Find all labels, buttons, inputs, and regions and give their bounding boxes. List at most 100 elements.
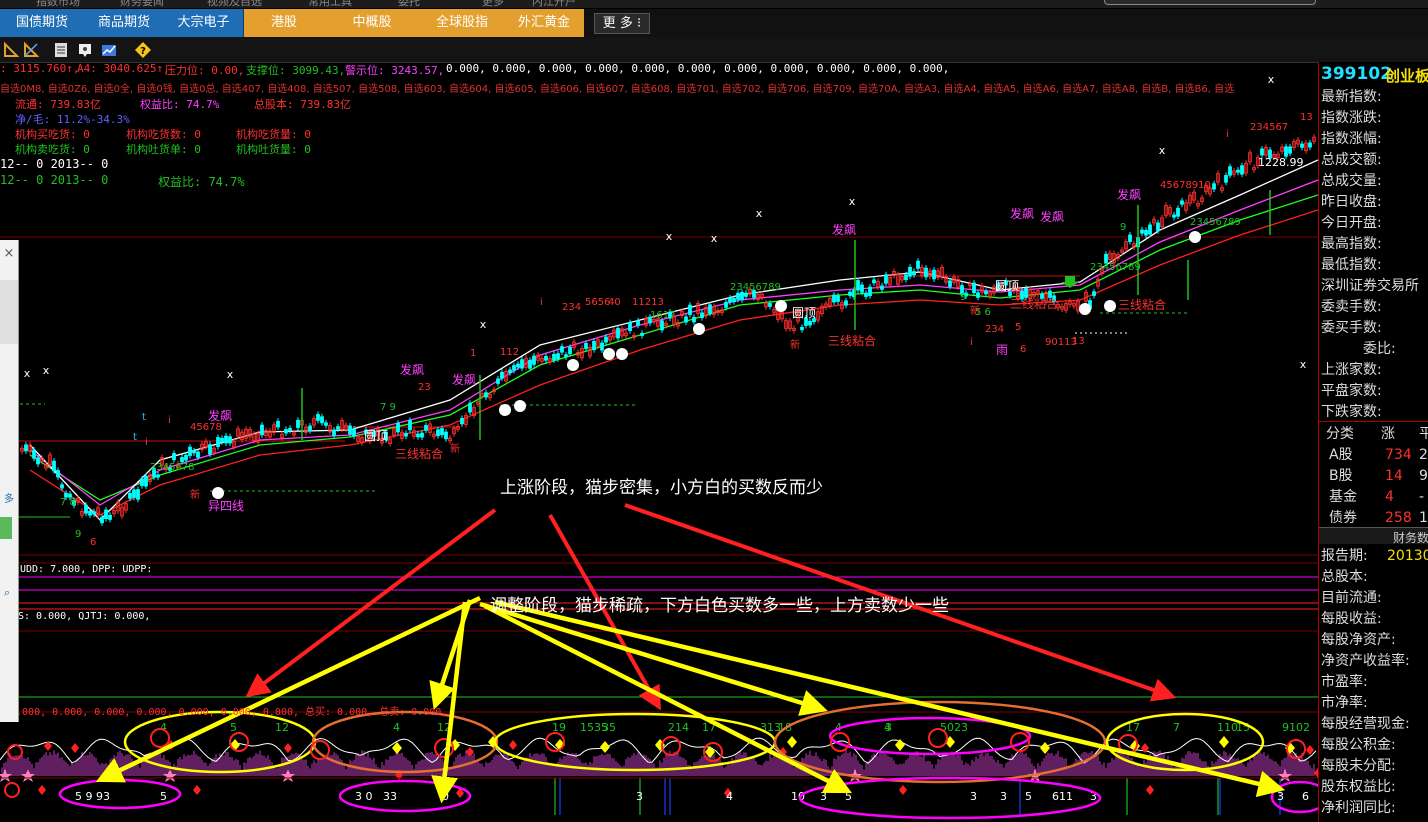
candle-body xyxy=(1212,183,1216,190)
window-tab[interactable] xyxy=(1104,0,1316,5)
signal-label: 发飙 xyxy=(208,408,232,423)
breadth-up-count: 14 xyxy=(1385,468,1403,484)
candle-body xyxy=(316,414,320,421)
search-icon[interactable]: ⌕ xyxy=(4,586,16,600)
tab-global-indices[interactable]: 全球股指 xyxy=(420,9,504,37)
candle-body xyxy=(692,316,696,323)
signal-number: 7 9 xyxy=(380,402,396,413)
candle-body xyxy=(972,282,976,294)
candle-body xyxy=(556,353,560,360)
candle-body xyxy=(568,346,572,355)
candle-body xyxy=(700,312,704,319)
candle-body xyxy=(1140,229,1144,234)
year-row: 12-- 0 2013-- 0 xyxy=(0,157,109,171)
smiley-icon xyxy=(1189,231,1201,243)
signal-label: 发飙 xyxy=(452,372,476,387)
tab-treasury-futures[interactable]: 国债期货 xyxy=(0,9,84,37)
qjtj-label: S: 0.000, QJTJ: 0.000, xyxy=(18,611,151,622)
candle-body xyxy=(728,297,732,303)
x-marker: x xyxy=(849,195,856,208)
top-menu-item[interactable]: 视频及自选 xyxy=(207,0,262,9)
breadth-category: 基金 xyxy=(1329,489,1357,505)
candle-body xyxy=(1176,207,1180,217)
crosshair-tool-icon[interactable] xyxy=(2,41,20,59)
list-icon[interactable] xyxy=(52,41,70,59)
finance-field-label: 每股公积金: xyxy=(1321,737,1396,753)
candle-body xyxy=(88,510,92,516)
candle-body xyxy=(184,454,188,461)
candle-body xyxy=(216,437,220,447)
buy-count: 5 xyxy=(230,721,237,734)
signal-number: 新 xyxy=(190,488,200,501)
smiley-icon xyxy=(514,400,526,412)
x-marker: x xyxy=(24,367,31,380)
inst-sell: 机构卖吃货: 0 xyxy=(15,143,90,156)
buy-count: 110 xyxy=(1217,721,1238,734)
side-popup-panel[interactable]: × 多 ⌕ xyxy=(0,240,19,722)
signal-number: 5656 xyxy=(585,297,610,308)
candle-body xyxy=(528,359,532,369)
tab-hk-stocks[interactable]: 港股 xyxy=(244,9,324,37)
candle-body xyxy=(1284,146,1288,157)
candle-body xyxy=(92,511,96,515)
a4-value: A4: 3040.625↑, xyxy=(77,62,170,75)
report-date-label: 报告期: xyxy=(1321,548,1368,564)
top-menu-item[interactable]: 指数市场 xyxy=(36,0,80,9)
finance-section-header: 财务数 xyxy=(1319,527,1428,545)
candle-body xyxy=(512,365,516,371)
candle-body xyxy=(908,266,912,277)
breadth-flat-count: 233 xyxy=(1419,447,1428,463)
close-icon[interactable]: × xyxy=(0,246,18,262)
tab-forex-gold[interactable]: 外汇黄金 xyxy=(504,9,584,37)
candle-body xyxy=(1228,166,1232,176)
green-button[interactable] xyxy=(0,517,12,539)
top-menu-item[interactable]: 常用工具 xyxy=(308,0,352,9)
top-menu-item[interactable]: 内江开户 xyxy=(532,0,576,9)
sell-count: 3 xyxy=(970,790,977,803)
sell-count: 611 xyxy=(1052,790,1073,803)
help-icon[interactable]: ? xyxy=(134,41,152,59)
top-menu-item[interactable]: 财务要闻 xyxy=(120,0,164,9)
sell-count: 5 xyxy=(160,790,167,803)
chart-icon[interactable] xyxy=(100,41,118,59)
candle-body xyxy=(320,416,324,424)
flag-icon[interactable] xyxy=(76,41,94,59)
sell-diamond-icon xyxy=(193,785,201,795)
sell-count: 3 xyxy=(636,790,643,803)
signal-number: i xyxy=(168,415,171,426)
candle-body xyxy=(396,422,400,433)
inst-buy: 机构买吃货: 0 xyxy=(15,128,90,141)
candle-body xyxy=(768,303,772,307)
highlight-circle xyxy=(4,782,20,798)
line-tool-icon[interactable] xyxy=(22,41,40,59)
sell-diamond-icon xyxy=(284,743,292,753)
candle-body xyxy=(188,446,192,456)
candle-body xyxy=(104,509,108,520)
candle-body xyxy=(500,371,504,379)
candle-body xyxy=(324,422,328,426)
signal-number: 7 8 xyxy=(60,497,76,508)
a3-value: : 3115.760↑, xyxy=(0,62,80,75)
tab-bulk-electronic[interactable]: 大宗电子 xyxy=(164,9,244,37)
sell-count: 33 xyxy=(383,790,397,803)
finance-field-label: 市盈率: xyxy=(1321,674,1368,690)
adjust-annotation: 调整阶段，猫步稀疏，下方白色买数多一些，上方卖数少一些 xyxy=(490,596,949,616)
candle-body xyxy=(172,453,176,461)
pattern-label: 圆顶 xyxy=(792,306,816,320)
tab-more[interactable]: 更 多 ⁝ xyxy=(594,13,650,34)
top-menu-item[interactable]: 委托 xyxy=(398,0,420,9)
sell-count: 5 xyxy=(1025,790,1032,803)
breadth-category: B股 xyxy=(1329,468,1353,484)
signal-number: 234 xyxy=(562,302,581,313)
tab-commodity-futures[interactable]: 商品期货 xyxy=(84,9,164,37)
candle-body xyxy=(932,269,936,280)
signal-number: 234567 xyxy=(1250,122,1288,133)
candle-body xyxy=(808,320,812,326)
top-menu-item[interactable]: 更多 xyxy=(482,0,504,9)
more-link[interactable]: 多 xyxy=(4,490,16,505)
candle-body xyxy=(468,402,472,413)
signal-number: i xyxy=(540,297,543,308)
signal-number: 5 xyxy=(1015,322,1021,333)
buy-count: 9102 xyxy=(1282,721,1310,734)
tab-china-concept[interactable]: 中概股 xyxy=(324,9,420,37)
